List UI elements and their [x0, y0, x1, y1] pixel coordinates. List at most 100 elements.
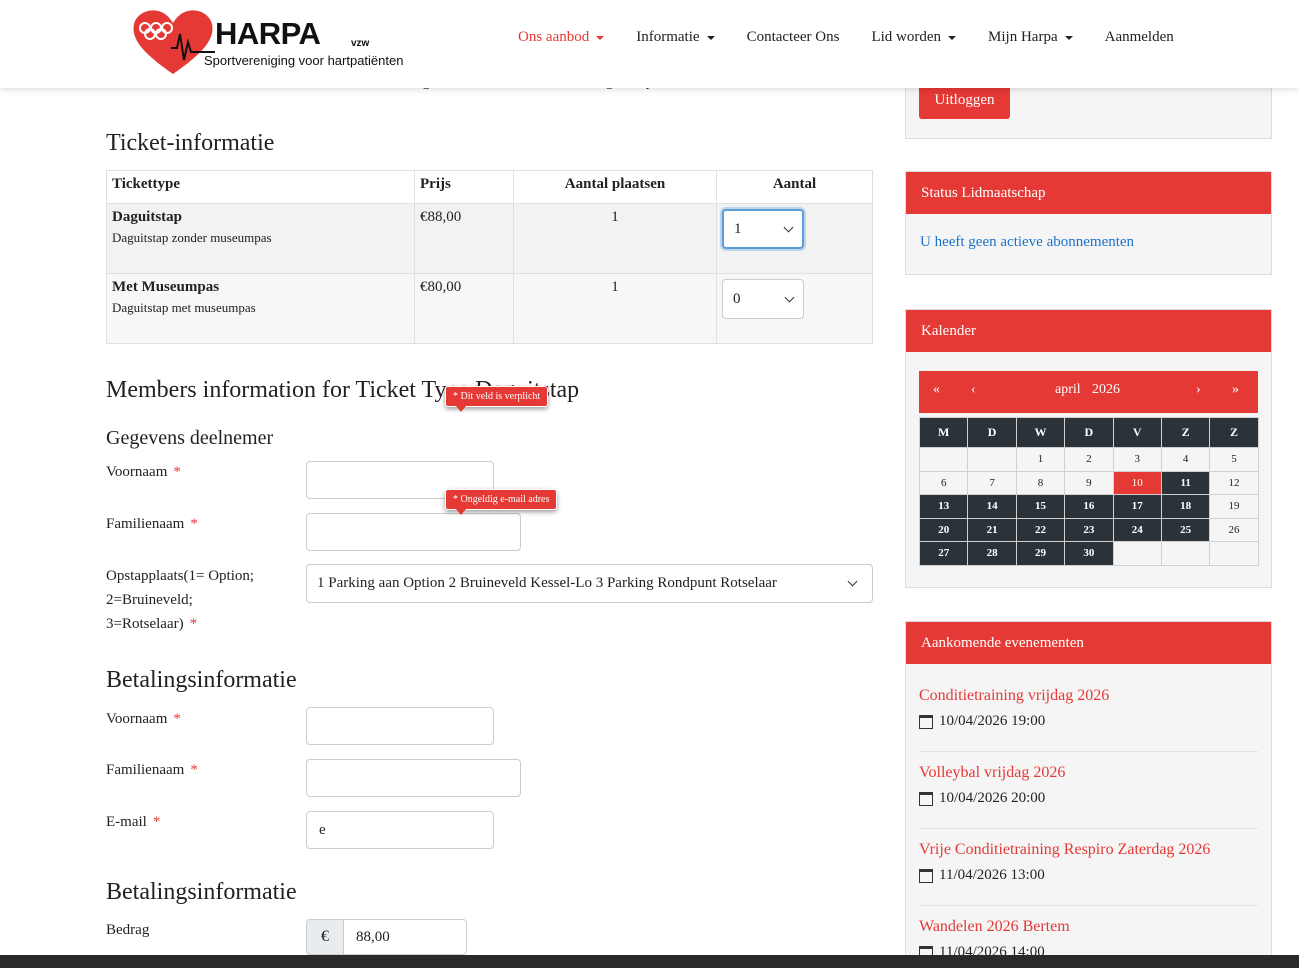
caret-down-icon	[596, 35, 605, 40]
calendar-day[interactable]: 2	[1064, 447, 1114, 472]
caret-down-icon	[706, 35, 715, 40]
nav-mijn-harpa[interactable]: Mijn Harpa	[988, 29, 1073, 46]
calendar-empty-cell	[1160, 541, 1211, 566]
calendar-day[interactable]: 18	[1160, 494, 1211, 519]
main-nav: Ons aanbod Informatie Contacteer Ons Lid…	[518, 29, 1206, 46]
calendar-day[interactable]: 20	[918, 517, 969, 542]
calendar-title: Kalender	[906, 310, 1271, 352]
event-link[interactable]: Wandelen 2026 Bertem	[919, 918, 1258, 936]
chevron-down-icon	[783, 222, 794, 232]
ticket-places: 1	[513, 203, 717, 274]
calendar-empty-cell	[1209, 541, 1259, 566]
logo-wordmark: HARPA	[215, 16, 321, 51]
amount-label: Bedrag	[106, 922, 150, 938]
event-link[interactable]: Volleybal vrijdag 2026	[919, 764, 1258, 782]
weekday-header: V	[1112, 417, 1162, 448]
calendar-day[interactable]: 7	[967, 470, 1017, 495]
currency-addon: €	[306, 919, 344, 955]
billing-last-name-input[interactable]	[306, 759, 521, 797]
calendar-empty-cell	[918, 447, 969, 472]
prev-year-icon[interactable]: «	[933, 382, 940, 398]
ticket-name: Met Museumpas	[112, 279, 220, 295]
col-aantal: Aantal	[716, 170, 873, 204]
calendar-day[interactable]: 16	[1064, 494, 1114, 519]
caret-down-icon	[1064, 35, 1073, 40]
weekday-header: D	[967, 417, 1017, 448]
calendar-day[interactable]: 1	[1015, 447, 1066, 472]
event-item: Conditietraining vrijdag 2026 10/04/2026…	[919, 687, 1258, 730]
chevron-down-icon	[847, 576, 858, 587]
calendar-day[interactable]: 10	[1112, 470, 1162, 495]
nav-informatie[interactable]: Informatie	[636, 29, 715, 46]
calendar-day[interactable]: 4	[1160, 447, 1211, 472]
calendar-day[interactable]: 22	[1015, 517, 1066, 542]
ticket-price: €80,00	[414, 273, 514, 344]
calendar-day[interactable]: 29	[1015, 541, 1066, 566]
ticket-price: €88,00	[414, 203, 514, 274]
logo-vzw: vzw	[351, 38, 370, 49]
calendar-day[interactable]: 21	[967, 517, 1017, 542]
calendar-day[interactable]: 5	[1209, 447, 1259, 472]
calendar-day[interactable]: 26	[1209, 517, 1259, 542]
nav-lid-worden[interactable]: Lid worden	[871, 29, 957, 46]
quantity-select[interactable]: 0	[722, 279, 804, 319]
quantity-select[interactable]: 1	[722, 209, 804, 249]
no-subscriptions-link[interactable]: U heeft geen actieve abonnementen	[920, 234, 1134, 250]
amount-input[interactable]: 88,00	[343, 919, 467, 955]
weekday-header: W	[1015, 417, 1066, 448]
calendar-day[interactable]: 13	[918, 494, 969, 519]
calendar-day[interactable]: 8	[1015, 470, 1066, 495]
event-divider	[919, 751, 1258, 752]
nav-aanmelden[interactable]: Aanmelden	[1105, 29, 1174, 46]
event-link[interactable]: Conditietraining vrijdag 2026	[919, 687, 1258, 705]
nav-ons-aanbod[interactable]: Ons aanbod	[518, 29, 605, 46]
calendar-day[interactable]: 9	[1064, 470, 1114, 495]
billing-email-input[interactable]: e	[306, 811, 494, 849]
calendar-day[interactable]: 30	[1064, 541, 1114, 566]
calendar-day[interactable]: 28	[967, 541, 1017, 566]
event-link[interactable]: Vrije Conditietraining Respiro Zaterdag …	[919, 841, 1258, 859]
calendar-day[interactable]: 15	[1015, 494, 1066, 519]
billing-heading: Betalingsinformatie	[106, 667, 297, 693]
event-item: Volleybal vrijdag 2026 10/04/2026 20:00	[919, 764, 1258, 807]
payment-heading: Betalingsinformatie	[106, 879, 297, 905]
next-year-icon[interactable]: »	[1232, 382, 1239, 398]
prev-month-icon[interactable]: ‹	[971, 382, 976, 398]
billing-email-label: E-mail *	[106, 814, 161, 830]
col-tickettype: Tickettype	[106, 170, 415, 204]
ticket-places: 1	[513, 273, 717, 344]
weekday-header: Z	[1160, 417, 1211, 448]
billing-first-name-input[interactable]	[306, 707, 494, 745]
billing-last-name-label: Familienaam *	[106, 762, 198, 778]
heart-logo-icon	[133, 10, 215, 75]
calendar-day[interactable]: 24	[1112, 517, 1162, 542]
calendar-day[interactable]: 14	[967, 494, 1017, 519]
membership-panel: Status Lidmaatschap U heeft geen actieve…	[905, 171, 1272, 275]
pickup-select[interactable]: 1 Parking aan Option 2 Bruineveld Kessel…	[306, 564, 873, 603]
ticket-heading: Ticket-informatie	[106, 130, 275, 156]
calendar-day[interactable]: 19	[1209, 494, 1259, 519]
weekday-header: D	[1064, 417, 1114, 448]
calendar-day[interactable]: 12	[1209, 470, 1259, 495]
email-tooltip: * Ongeldig e-mail adres	[445, 489, 558, 515]
calendar-day[interactable]: 17	[1112, 494, 1162, 519]
event-item: Vrije Conditietraining Respiro Zaterdag …	[919, 841, 1258, 884]
calendar-grid: M D W D V Z Z 1 2 3 4 5 6 7 8 9 10 11 12 13 14 15 16 17 18 19 20 21…	[918, 417, 1259, 566]
calendar-day[interactable]: 11	[1160, 470, 1211, 495]
calendar-day[interactable]: 25	[1160, 517, 1211, 542]
calendar-day[interactable]: 3	[1112, 447, 1162, 472]
logo-tagline: Sportvereniging voor hartpatiënten	[204, 53, 404, 68]
calendar-day[interactable]: 23	[1064, 517, 1114, 542]
weekday-header: Z	[1209, 417, 1259, 448]
harpa-logo[interactable]: HARPA vzw Sportvereniging voor hartpatië…	[131, 8, 421, 76]
event-divider	[919, 828, 1258, 829]
calendar-day[interactable]: 27	[918, 541, 969, 566]
events-title: Aankomende evenementen	[906, 622, 1271, 664]
calendar-day[interactable]: 6	[918, 470, 969, 495]
last-name-input[interactable]	[306, 513, 521, 551]
next-month-icon[interactable]: ›	[1196, 382, 1201, 398]
nav-contacteer-ons[interactable]: Contacteer Ons	[747, 29, 840, 46]
calendar-empty-cell	[967, 447, 1017, 472]
ticket-table: Tickettype Prijs Aantal plaatsen Aantal …	[106, 170, 873, 344]
participant-subheading: Gegevens deelnemer	[106, 427, 274, 449]
